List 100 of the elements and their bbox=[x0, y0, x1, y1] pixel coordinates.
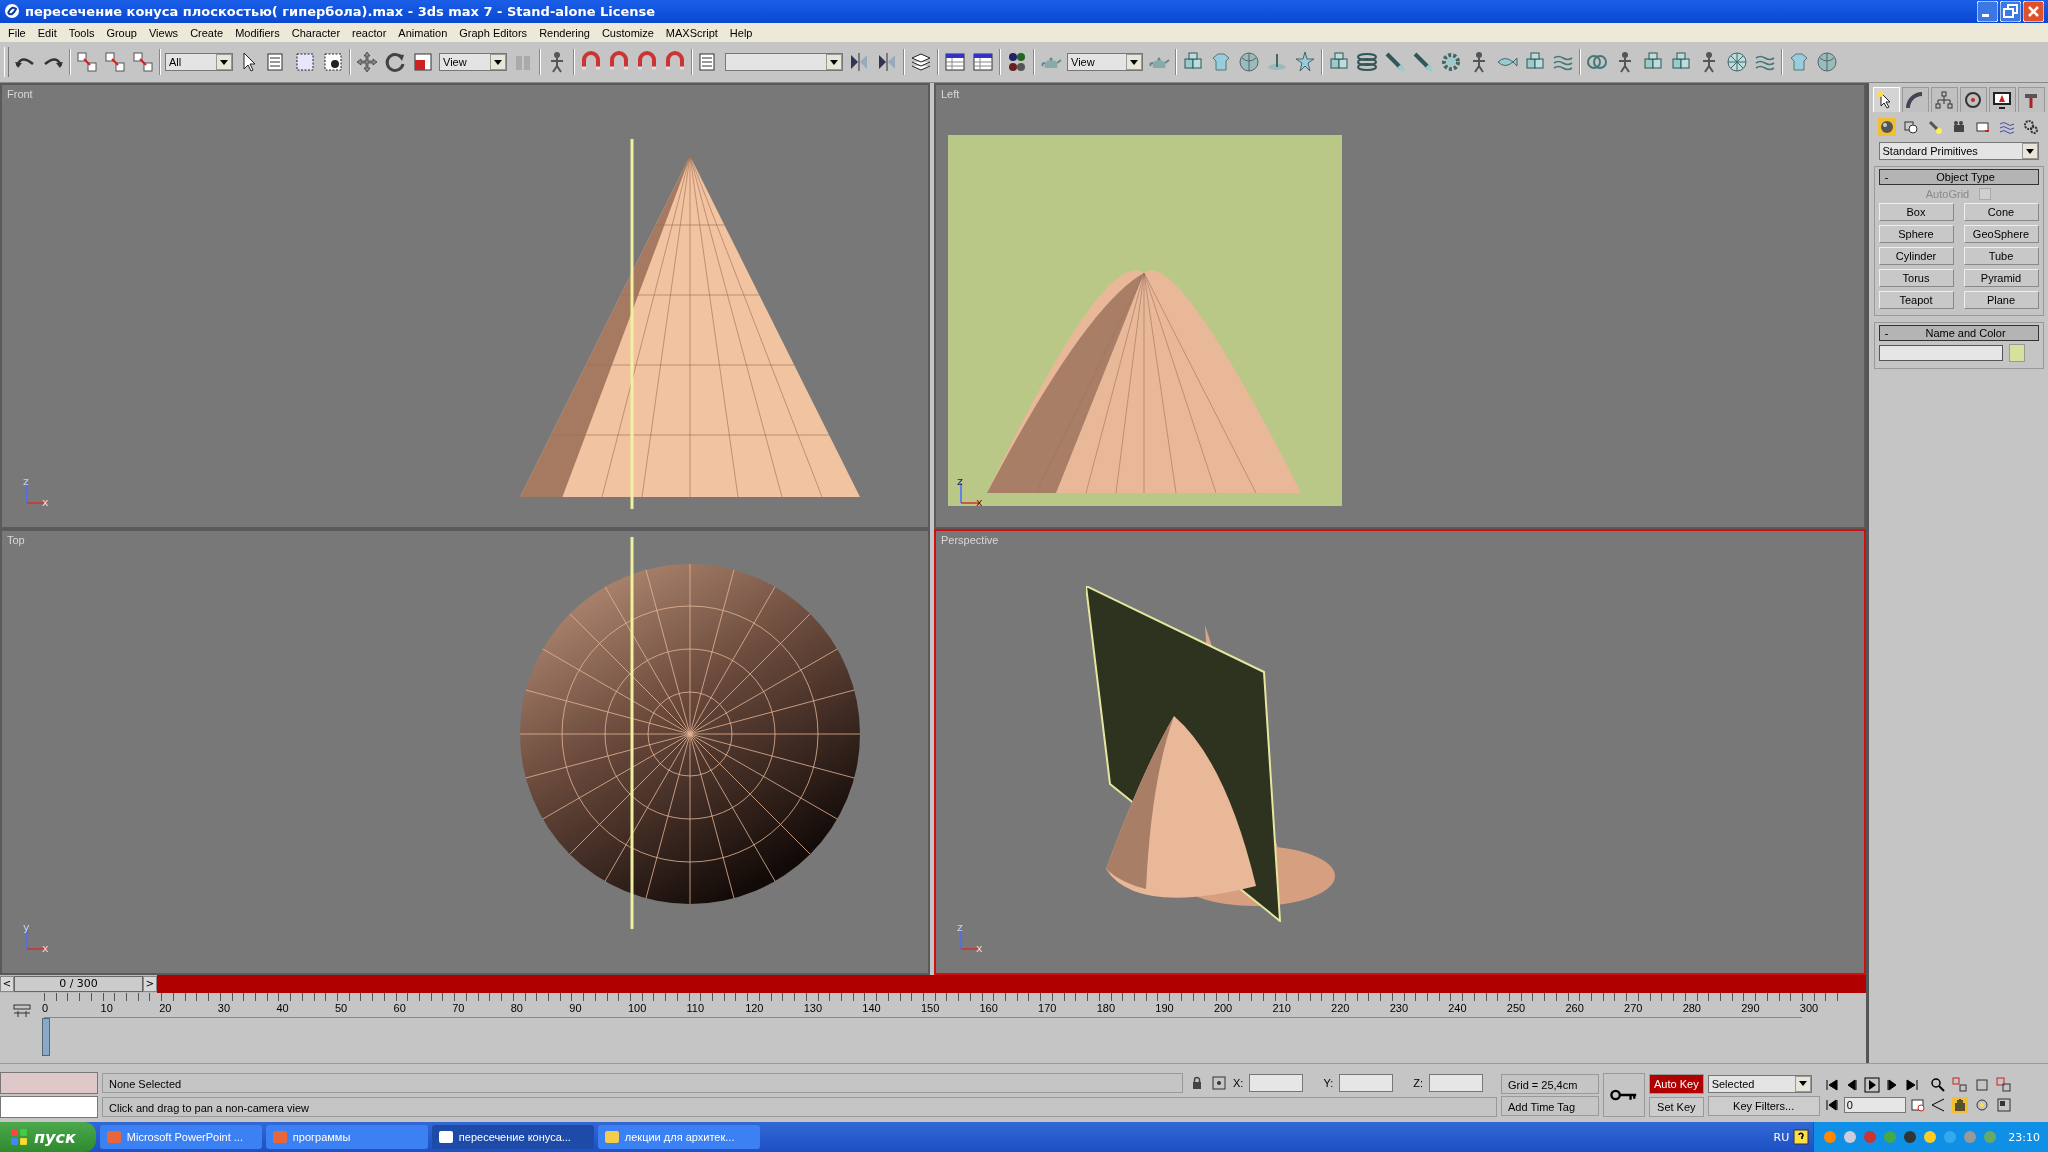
menu-item[interactable]: Group bbox=[100, 26, 143, 39]
current-frame-marker[interactable] bbox=[42, 1018, 50, 1057]
collapse-toggle[interactable]: - bbox=[1879, 326, 1894, 340]
rotate-icon[interactable] bbox=[383, 50, 407, 75]
zoom-extents-all-icon[interactable] bbox=[1995, 1077, 2012, 1094]
menu-item[interactable]: Rendering bbox=[533, 26, 596, 39]
next-frame-button[interactable]: > bbox=[143, 976, 157, 993]
taskbar-button[interactable]: лекции для архитек... bbox=[597, 1125, 760, 1149]
menu-item[interactable]: File bbox=[2, 26, 32, 39]
primitive-button[interactable]: Sphere bbox=[1878, 225, 1954, 244]
category-button[interactable] bbox=[1901, 118, 1920, 137]
add-time-tag-button[interactable]: Add Time Tag bbox=[1501, 1096, 1599, 1117]
zoom-icon[interactable] bbox=[1929, 1077, 1946, 1094]
menu-item[interactable]: Views bbox=[142, 26, 185, 39]
command-panel-tab[interactable] bbox=[1959, 87, 1987, 113]
object-category-dropdown[interactable]: Standard Primitives bbox=[1878, 142, 2039, 161]
frame-tick-label: 220 bbox=[1331, 1001, 1351, 1017]
frame-tick-label: 120 bbox=[745, 1001, 765, 1017]
menu-item[interactable]: Create bbox=[184, 26, 230, 39]
move-icon[interactable] bbox=[355, 50, 379, 75]
sphere-icon[interactable] bbox=[1237, 50, 1261, 75]
ball-icon[interactable] bbox=[1815, 50, 1839, 75]
minimize-icon[interactable] bbox=[1977, 1, 1998, 22]
restore-icon[interactable] bbox=[2000, 1, 2021, 22]
frame-tick-label: 170 bbox=[1038, 1001, 1058, 1017]
time-slider-thumb[interactable]: 0 / 300 bbox=[14, 976, 143, 993]
primitive-button[interactable]: Tube bbox=[1963, 247, 2039, 266]
reference-coordinate-dropdown[interactable]: View bbox=[439, 53, 507, 72]
collapse-toggle[interactable]: - bbox=[1879, 170, 1894, 184]
key-filters-button[interactable]: Key Filters... bbox=[1707, 1095, 1820, 1116]
menu-item[interactable]: Animation bbox=[392, 26, 454, 39]
primitive-button[interactable]: Cone bbox=[1963, 203, 2039, 222]
object-color-swatch[interactable] bbox=[2008, 344, 2025, 363]
pan-hand-icon[interactable] bbox=[1951, 1097, 1968, 1114]
rollout-header[interactable]: - Name and Color bbox=[1878, 325, 2039, 342]
script-listener-field[interactable] bbox=[0, 1072, 98, 1095]
primitive-button[interactable]: GeoSphere bbox=[1963, 225, 2039, 244]
taskbar-button[interactable]: Microsoft PowerPoint ... bbox=[99, 1125, 262, 1149]
wheel-icon[interactable] bbox=[1725, 50, 1749, 75]
menu-item[interactable]: MAXScript bbox=[659, 26, 724, 39]
frame-tick-label: 190 bbox=[1155, 1001, 1175, 1017]
rollout-header[interactable]: - Object Type bbox=[1878, 169, 2039, 186]
arc-rotate-icon[interactable] bbox=[1973, 1097, 1990, 1114]
menu-item[interactable]: Character bbox=[285, 26, 347, 39]
frame-tick-label: 100 bbox=[627, 1001, 648, 1017]
key-mode-toggle-icon[interactable] bbox=[1823, 1097, 1840, 1114]
link-icon[interactable] bbox=[75, 50, 99, 75]
key-mode-dropdown[interactable]: Selected bbox=[1707, 1074, 1812, 1093]
go-to-start-icon[interactable] bbox=[1823, 1077, 1840, 1094]
taskbar-button[interactable]: программы bbox=[265, 1125, 428, 1149]
primitive-button[interactable]: Pyramid bbox=[1963, 269, 2039, 288]
taskbar-button[interactable]: пересечение конуса... bbox=[431, 1125, 594, 1149]
object-name-field[interactable] bbox=[1878, 345, 2003, 362]
menu-item[interactable]: Tools bbox=[62, 26, 101, 39]
menu-item[interactable]: reactor bbox=[346, 26, 393, 39]
set-key-text-button[interactable]: Set Key bbox=[1649, 1096, 1704, 1117]
field-of-view-icon[interactable] bbox=[1929, 1097, 1946, 1114]
frame-tick-label: 110 bbox=[686, 1001, 706, 1017]
go-to-end-icon[interactable] bbox=[1903, 1077, 1920, 1094]
auto-key-button[interactable]: Auto Key bbox=[1649, 1073, 1704, 1094]
selection-filter-dropdown[interactable]: All bbox=[165, 53, 233, 72]
named-selection-dropdown[interactable] bbox=[725, 53, 843, 72]
render-view-dropdown[interactable]: View bbox=[1067, 53, 1143, 72]
menu-item[interactable]: Edit bbox=[31, 26, 63, 39]
frame-tick-label: 240 bbox=[1448, 1001, 1468, 1017]
z-coordinate-field[interactable] bbox=[1429, 1074, 1483, 1093]
command-panel-tab[interactable] bbox=[1988, 87, 2016, 113]
primitive-button[interactable]: Teapot bbox=[1878, 291, 1954, 310]
menu-item[interactable]: Help bbox=[723, 26, 759, 39]
zoom-all-icon[interactable] bbox=[1951, 1077, 1968, 1094]
menu-item[interactable]: Modifiers bbox=[229, 26, 286, 39]
geometry-sphere-icon bbox=[1878, 119, 1895, 136]
maximize-viewport-icon[interactable] bbox=[1995, 1097, 2012, 1114]
start-button[interactable]: пуск bbox=[0, 1122, 96, 1152]
zoom-extents-icon[interactable] bbox=[1973, 1077, 1990, 1094]
category-button[interactable] bbox=[2021, 118, 2040, 137]
frame-tick-label: 130 bbox=[803, 1001, 824, 1017]
frame-tick-label: 300 bbox=[1799, 1001, 1820, 1017]
language-indicator[interactable]: RU bbox=[1773, 1130, 1790, 1144]
track-bar-toggle-icon[interactable] bbox=[12, 1003, 32, 1020]
frame-tick-label: 60 bbox=[393, 1001, 407, 1017]
menu-item[interactable]: Customize bbox=[595, 26, 660, 39]
script-listener-field[interactable] bbox=[0, 1096, 98, 1119]
help-icon[interactable] bbox=[1793, 1129, 1810, 1145]
coordinate-label: X: bbox=[1233, 1077, 1244, 1090]
primitive-button[interactable]: Box bbox=[1878, 203, 1954, 222]
set-key-button[interactable] bbox=[1603, 1073, 1645, 1118]
close-icon[interactable] bbox=[2023, 1, 2044, 22]
app-window-icon bbox=[271, 1129, 288, 1145]
primitive-button[interactable]: Cylinder bbox=[1878, 247, 1954, 266]
primitive-button[interactable]: Plane bbox=[1963, 291, 2039, 310]
time-configuration-icon[interactable] bbox=[1909, 1097, 1926, 1114]
play-icon[interactable] bbox=[1863, 1077, 1880, 1094]
menu-item[interactable]: Graph Editors bbox=[453, 26, 534, 39]
primitive-button[interactable]: Torus bbox=[1878, 269, 1954, 288]
current-frame-field[interactable]: 0 bbox=[1843, 1097, 1906, 1114]
x-coordinate-field[interactable] bbox=[1249, 1074, 1304, 1093]
y-coordinate-field[interactable] bbox=[1339, 1074, 1394, 1093]
previous-frame-button[interactable]: < bbox=[0, 976, 14, 993]
absolute-mode-icon[interactable] bbox=[1211, 1075, 1227, 1092]
